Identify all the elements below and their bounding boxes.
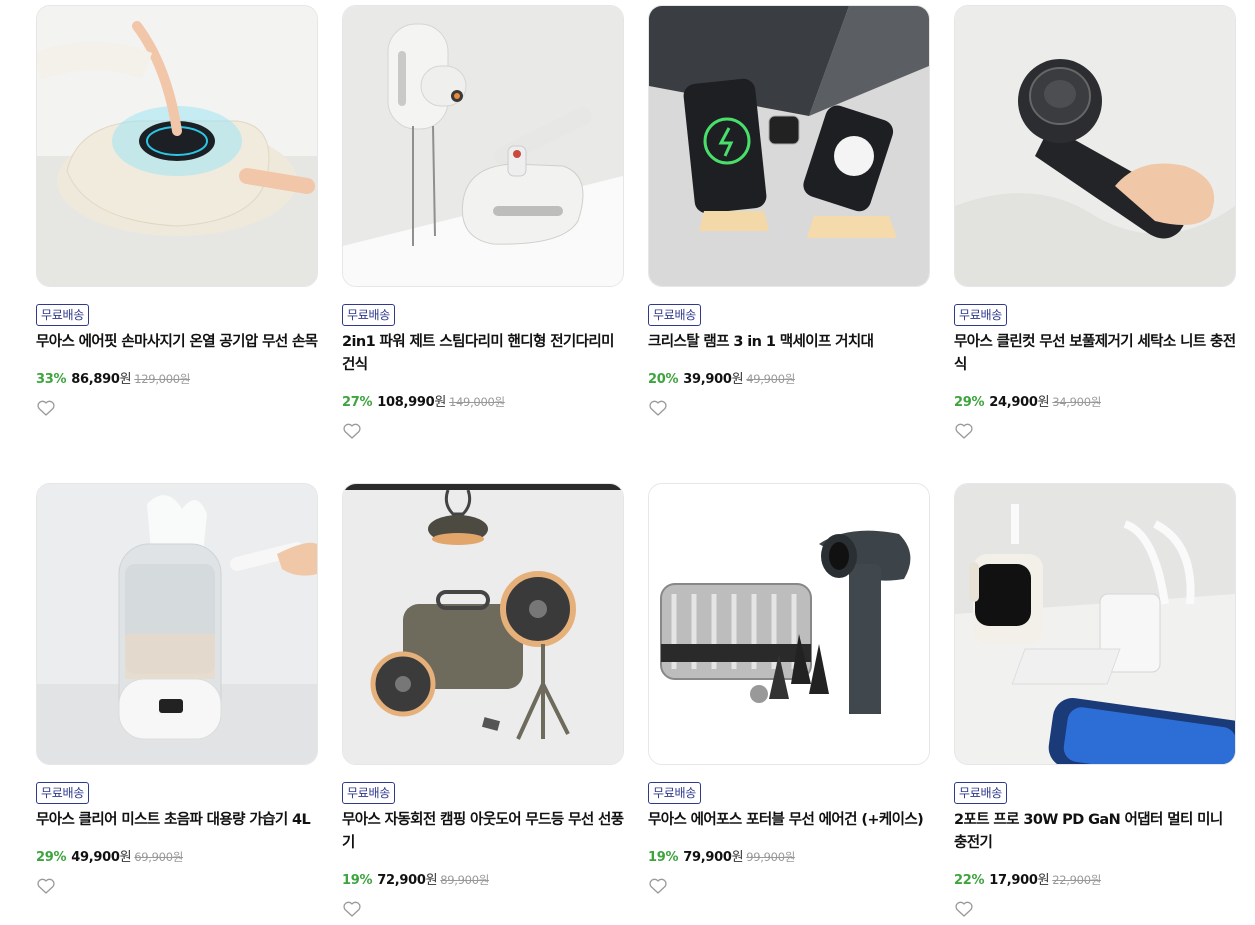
heart-outline-icon[interactable] [36, 399, 56, 417]
product-card[interactable]: 무료배송 무아스 클리어 미스트 초음파 대용량 가습기 4L 29% 49,9… [36, 483, 318, 895]
discount-rate: 22% [954, 873, 985, 888]
product-image[interactable] [648, 483, 930, 765]
product-image[interactable] [36, 483, 318, 765]
price-row: 22% 17,900 원 22,900원 [954, 869, 1236, 888]
discount-rate: 27% [342, 395, 373, 410]
product-card[interactable]: 무료배송 2포트 프로 30W PD GaN 어댑터 멀티 미니 충전기 22%… [954, 483, 1236, 918]
heart-outline-icon[interactable] [342, 422, 362, 440]
price-row: 27% 108,990 원 149,000원 [342, 391, 624, 410]
sale-price: 17,900 [989, 873, 1038, 888]
discount-rate: 20% [648, 372, 679, 387]
heart-outline-icon[interactable] [648, 399, 668, 417]
humidifier-image [37, 484, 317, 764]
magsafe-stand-image [649, 6, 929, 286]
product-card[interactable]: 무료배송 무아스 에어포스 포터블 무선 에어건 (+케이스) 19% 79,9… [648, 483, 930, 895]
product-title[interactable]: 무아스 자동회전 캠핑 아웃도어 무드등 무선 선풍기 [342, 809, 624, 855]
free-shipping-badge: 무료배송 [648, 304, 701, 326]
currency-unit: 원 [119, 372, 132, 387]
product-title[interactable]: 무아스 에어포스 포터블 무선 에어건 (+케이스) [648, 809, 930, 832]
discount-rate: 19% [342, 873, 373, 888]
product-image[interactable] [954, 483, 1236, 765]
product-image[interactable] [342, 5, 624, 287]
price-row: 29% 49,900 원 69,900원 [36, 846, 318, 865]
original-price: 49,900원 [746, 372, 795, 386]
free-shipping-badge: 무료배송 [954, 304, 1007, 326]
price-row: 19% 72,900 원 89,900원 [342, 869, 624, 888]
free-shipping-badge: 무료배송 [648, 782, 701, 804]
product-image[interactable] [342, 483, 624, 765]
price-row: 19% 79,900 원 99,900원 [648, 846, 930, 865]
discount-rate: 29% [36, 850, 67, 865]
sale-price: 49,900 [71, 850, 120, 865]
sale-price: 72,900 [377, 873, 426, 888]
currency-unit: 원 [731, 372, 744, 387]
heart-outline-icon[interactable] [36, 877, 56, 895]
original-price: 69,900원 [134, 850, 183, 864]
product-image[interactable] [648, 5, 930, 287]
product-title[interactable]: 크리스탈 램프 3 in 1 맥세이프 거치대 [648, 331, 930, 354]
price-row: 20% 39,900 원 49,900원 [648, 368, 930, 387]
sale-price: 24,900 [989, 395, 1038, 410]
currency-unit: 원 [731, 850, 744, 865]
product-image[interactable] [954, 5, 1236, 287]
lint-remover-image [955, 6, 1235, 286]
product-card[interactable]: 무료배송 무아스 자동회전 캠핑 아웃도어 무드등 무선 선풍기 19% 72,… [342, 483, 624, 918]
free-shipping-badge: 무료배송 [36, 782, 89, 804]
free-shipping-badge: 무료배송 [342, 304, 395, 326]
product-title[interactable]: 무아스 에어핏 손마사지기 온열 공기압 무선 손목 [36, 331, 318, 354]
discount-rate: 29% [954, 395, 985, 410]
discount-rate: 33% [36, 372, 67, 387]
product-title[interactable]: 2포트 프로 30W PD GaN 어댑터 멀티 미니 충전기 [954, 809, 1236, 855]
product-card[interactable]: 무료배송 2in1 파워 제트 스팀다리미 핸디형 전기다리미 건식 27% 1… [342, 5, 624, 440]
original-price: 34,900원 [1052, 395, 1101, 409]
product-card[interactable]: 무료배송 무아스 에어핏 손마사지기 온열 공기압 무선 손목 33% 86,8… [36, 5, 318, 417]
product-title[interactable]: 무아스 클린컷 무선 보풀제거기 세탁소 니트 충전식 [954, 331, 1236, 377]
currency-unit: 원 [425, 873, 438, 888]
sale-price: 79,900 [683, 850, 732, 865]
heart-outline-icon[interactable] [954, 422, 974, 440]
original-price: 89,900원 [440, 873, 489, 887]
original-price: 149,000원 [449, 395, 505, 409]
discount-rate: 19% [648, 850, 679, 865]
product-image[interactable] [36, 5, 318, 287]
heart-outline-icon[interactable] [954, 900, 974, 918]
original-price: 129,000원 [134, 372, 191, 386]
heart-outline-icon[interactable] [648, 877, 668, 895]
original-price: 22,900원 [1052, 873, 1101, 887]
hand-massager-image [37, 6, 317, 286]
price-row: 29% 24,900 원 34,900원 [954, 391, 1236, 410]
free-shipping-badge: 무료배송 [36, 304, 89, 326]
sale-price: 39,900 [683, 372, 732, 387]
steam-iron-image [343, 6, 623, 286]
product-title[interactable]: 2in1 파워 제트 스팀다리미 핸디형 전기다리미 건식 [342, 331, 624, 377]
sale-price: 86,890 [71, 372, 120, 387]
currency-unit: 원 [1037, 873, 1050, 888]
original-price: 99,900원 [746, 850, 795, 864]
product-title[interactable]: 무아스 클리어 미스트 초음파 대용량 가습기 4L [36, 809, 318, 832]
product-card[interactable]: 무료배송 크리스탈 램프 3 in 1 맥세이프 거치대 20% 39,900 원… [648, 5, 930, 417]
currency-unit: 원 [1037, 395, 1050, 410]
free-shipping-badge: 무료배송 [342, 782, 395, 804]
camping-fan-image [343, 484, 623, 764]
price-row: 33% 86,890 원 129,000원 [36, 368, 318, 387]
gan-charger-image [955, 484, 1235, 764]
currency-unit: 원 [434, 395, 447, 410]
air-gun-image [649, 484, 929, 764]
sale-price: 108,990 [377, 395, 435, 410]
currency-unit: 원 [119, 850, 132, 865]
heart-outline-icon[interactable] [342, 900, 362, 918]
free-shipping-badge: 무료배송 [954, 782, 1007, 804]
product-card[interactable]: 무료배송 무아스 클린컷 무선 보풀제거기 세탁소 니트 충전식 29% 24,… [954, 5, 1236, 440]
